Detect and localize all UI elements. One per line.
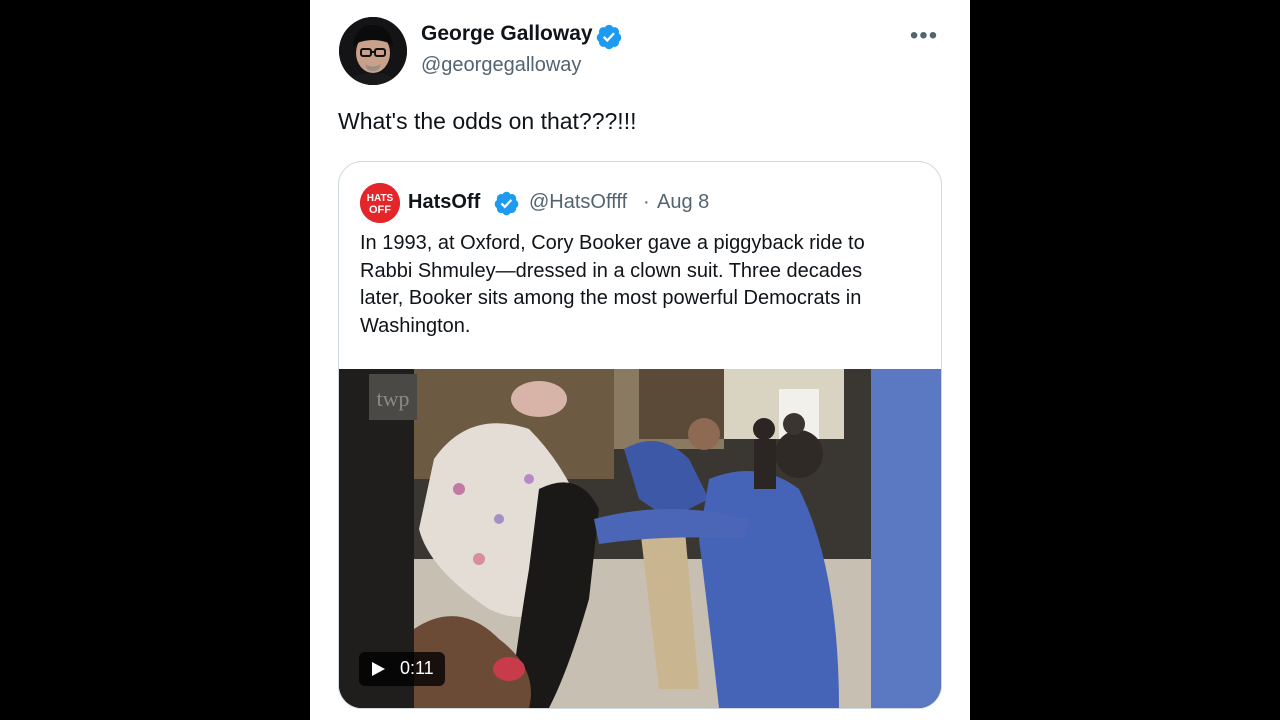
quoted-author-avatar[interactable]: HATS OFF xyxy=(360,183,400,223)
quoted-text-line: Rabbi Shmuley—dressed in a clown suit. T… xyxy=(360,259,863,282)
quoted-author-handle[interactable]: @HatsOffff xyxy=(529,191,627,214)
author-name[interactable]: George Galloway xyxy=(421,22,593,46)
author-handle[interactable]: @georgegalloway xyxy=(421,54,581,77)
quoted-text-line: In 1993, at Oxford, Cory Booker gave a p… xyxy=(360,232,865,254)
separator-dot: · xyxy=(643,191,650,213)
verified-badge-icon xyxy=(494,191,519,216)
play-icon xyxy=(372,662,385,676)
tweet-text: What's the odds on that???!!! xyxy=(338,108,637,134)
more-horizontal-icon[interactable]: ••• xyxy=(908,24,940,52)
video-watermark: twp xyxy=(377,386,410,411)
quoted-tweet-date[interactable]: Aug 8 xyxy=(657,191,709,214)
quoted-text-line: Washington. xyxy=(360,314,471,337)
avatar-logo-text: OFF xyxy=(369,204,391,216)
play-button[interactable]: 0:11 xyxy=(359,652,445,686)
quoted-author-name[interactable]: HatsOff xyxy=(408,191,480,214)
quoted-tweet-text: In 1993, at Oxford, Cory Booker gave a p… xyxy=(360,230,920,340)
avatar-logo-text: HATS xyxy=(367,193,394,204)
video-duration: 0:11 xyxy=(400,658,434,678)
quoted-tweet[interactable]: HATS OFF HatsOff @HatsOffff · Aug 8 In 1… xyxy=(338,161,942,709)
author-avatar[interactable] xyxy=(339,17,407,85)
tweet-card: George Galloway @georgegalloway ••• What… xyxy=(310,0,970,720)
video-thumbnail[interactable]: twp 0:11 xyxy=(339,369,941,708)
quoted-text-line: later, Booker sits among the most powerf… xyxy=(360,287,862,309)
verified-badge-icon xyxy=(596,24,622,50)
